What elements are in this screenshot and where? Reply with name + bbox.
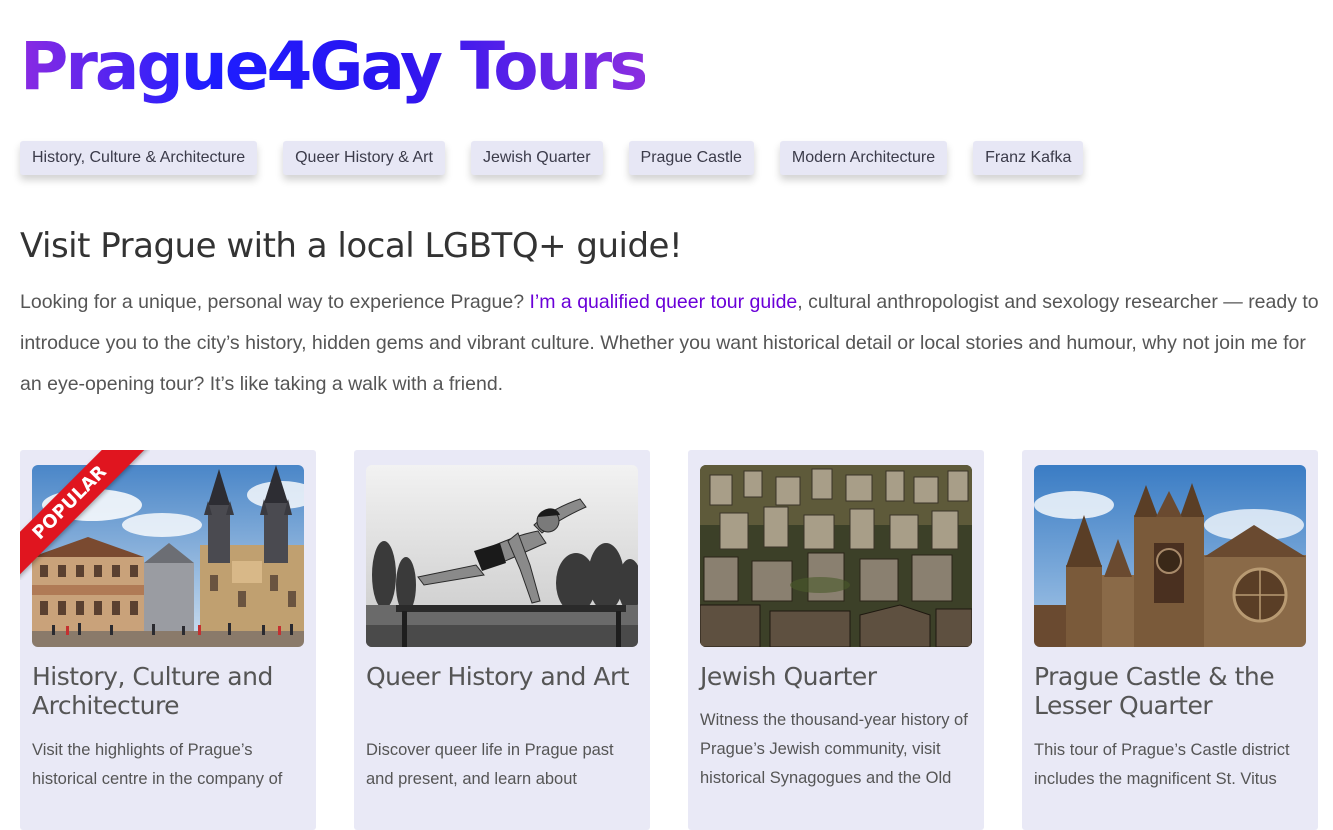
tour-card-history[interactable]: POPULAR History, Culture and Architectur…	[20, 450, 316, 830]
card-description: Witness the thousand-year history of Pra…	[700, 711, 968, 787]
tag-history-culture-architecture[interactable]: History, Culture & Architecture	[20, 141, 258, 175]
card-description: Discover queer life in Prague past and p…	[366, 741, 614, 788]
card-description: Visit the highlights of Prague’s histori…	[32, 741, 283, 788]
tour-cards: POPULAR History, Culture and Architectur…	[20, 450, 1318, 830]
tour-tags-nav: History, Culture & Architecture Queer Hi…	[20, 141, 1084, 175]
card-description: This tour of Prague’s Castle district in…	[1034, 741, 1290, 788]
old-town-square-image	[32, 465, 304, 647]
intro-text-before: Looking for a unique, personal way to ex…	[20, 291, 530, 313]
tag-franz-kafka[interactable]: Franz Kafka	[973, 141, 1084, 175]
tag-modern-architecture[interactable]: Modern Architecture	[779, 141, 948, 175]
intro-paragraph: Looking for a unique, personal way to ex…	[20, 282, 1320, 405]
intro-heading: Visit Prague with a local LGBTQ+ guide!	[20, 226, 683, 266]
gymnast-image	[366, 465, 638, 647]
site-title[interactable]: Prague4Gay Tours	[20, 22, 648, 112]
tour-card-prague-castle[interactable]: Prague Castle & the Lesser Quarter This …	[1022, 450, 1318, 830]
tour-card-jewish-quarter[interactable]: Jewish Quarter Witness the thousand-year…	[688, 450, 984, 830]
gymnast-photo[interactable]	[366, 465, 638, 647]
card-title[interactable]: Queer History and Art	[366, 662, 642, 691]
jewish-cemetery-photo[interactable]	[700, 465, 972, 647]
old-town-square-photo[interactable]	[32, 465, 304, 647]
tag-queer-history-art[interactable]: Queer History & Art	[283, 141, 445, 175]
card-title[interactable]: Jewish Quarter	[700, 662, 976, 691]
st-vitus-cathedral-photo[interactable]	[1034, 465, 1306, 647]
tag-jewish-quarter[interactable]: Jewish Quarter	[470, 141, 603, 175]
st-vitus-cathedral-image	[1034, 465, 1306, 647]
tag-prague-castle[interactable]: Prague Castle	[628, 141, 754, 175]
tour-card-queer-history[interactable]: Queer History and Art Discover queer lif…	[354, 450, 650, 830]
card-title[interactable]: Prague Castle & the Lesser Quarter	[1034, 662, 1310, 720]
jewish-cemetery-image	[700, 465, 972, 647]
guide-link[interactable]: I’m a qualified queer tour guide	[530, 291, 798, 313]
card-title[interactable]: History, Culture and Architecture	[32, 662, 308, 720]
